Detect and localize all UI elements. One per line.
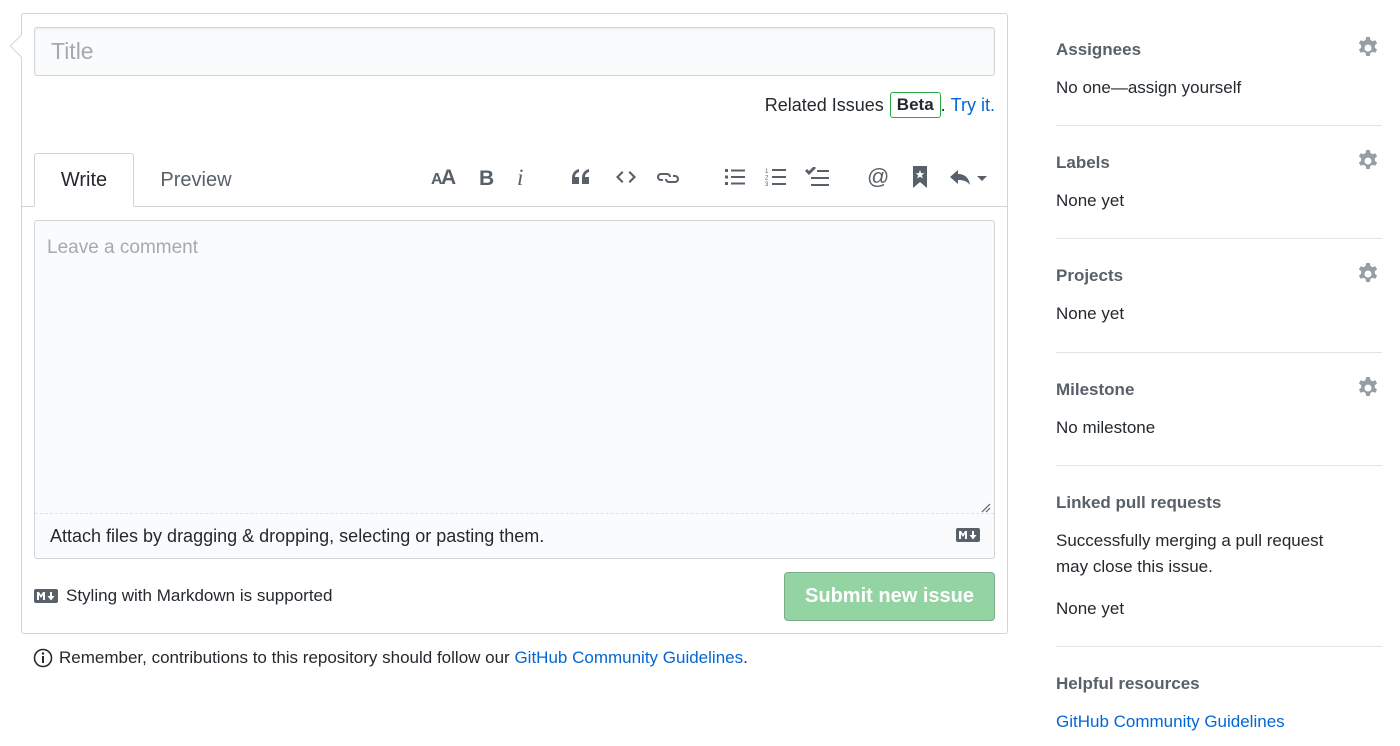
related-issues-label: Related Issues: [764, 94, 884, 115]
labels-value: None yet: [1056, 191, 1125, 210]
sidebar-divider: [1056, 646, 1382, 647]
markdown-supported-note[interactable]: Styling with Markdown is supported: [34, 586, 332, 606]
linked-prs-desc-line2: may close this issue.: [1056, 557, 1213, 576]
code-icon[interactable]: [611, 159, 641, 195]
linked-prs-desc-line1: Successfully merging a pull request: [1056, 531, 1324, 550]
reminder-period: .: [743, 648, 748, 667]
quote-icon[interactable]: [566, 159, 596, 195]
comment-textarea[interactable]: [35, 221, 994, 513]
sidebar-divider: [1056, 238, 1382, 239]
resources-guidelines-link[interactable]: GitHub Community Guidelines: [1056, 709, 1285, 735]
svg-text:2: 2: [765, 176, 769, 182]
gear-icon[interactable]: [1356, 36, 1380, 60]
milestone-value: No milestone: [1056, 418, 1156, 437]
svg-text:A: A: [441, 167, 456, 187]
related-issues: Related Issues Beta . Try it.: [765, 91, 995, 119]
markdown-toolbar: AA B i 123 @: [22, 159, 1007, 195]
related-period: .: [940, 94, 946, 115]
svg-text:B: B: [479, 167, 494, 187]
assignees-value[interactable]: No one—assign yourself: [1056, 75, 1241, 101]
title-input[interactable]: [34, 27, 995, 76]
ordered-list-icon[interactable]: 123: [761, 159, 791, 195]
svg-text:1: 1: [765, 169, 769, 175]
text-size-icon[interactable]: AA: [427, 159, 461, 195]
avatar-pointer: [9, 34, 33, 58]
comment-box: Attach files by dragging & dropping, sel…: [34, 220, 995, 559]
link-icon[interactable]: [653, 159, 683, 195]
resize-grip-icon[interactable]: [979, 501, 991, 513]
reply-icon[interactable]: [946, 159, 992, 195]
gear-icon[interactable]: [1356, 376, 1380, 400]
milestone-heading: Milestone: [1056, 380, 1135, 399]
projects-value: None yet: [1056, 304, 1125, 323]
contribution-reminder: Remember, contributions to this reposito…: [33, 648, 748, 668]
resources-heading: Helpful resources: [1056, 674, 1200, 693]
attach-files-text: Attach files by dragging & dropping, sel…: [50, 525, 545, 546]
linked-prs-value: None yet: [1056, 599, 1125, 618]
svg-text:3: 3: [765, 182, 769, 187]
gear-icon[interactable]: [1356, 149, 1380, 173]
sidebar-divider: [1056, 352, 1382, 353]
community-guidelines-link[interactable]: GitHub Community Guidelines: [514, 648, 743, 668]
attach-files-bar[interactable]: Attach files by dragging & dropping, sel…: [35, 513, 994, 558]
sidebar-divider: [1056, 465, 1382, 466]
svg-text:i: i: [517, 166, 523, 188]
svg-text:@: @: [867, 165, 889, 189]
markdown-icon: [34, 589, 58, 603]
sidebar-divider: [1056, 125, 1382, 126]
projects-heading: Projects: [1056, 266, 1124, 285]
assignees-heading: Assignees: [1056, 40, 1142, 59]
italic-icon[interactable]: i: [506, 159, 536, 195]
markdown-supported-text: Styling with Markdown is supported: [66, 586, 333, 605]
submit-new-issue-button[interactable]: Submit new issue: [784, 572, 995, 621]
labels-heading: Labels: [1056, 153, 1110, 172]
markdown-icon: [956, 528, 980, 542]
saved-reply-icon[interactable]: [905, 159, 935, 195]
reminder-text: Remember, contributions to this reposito…: [59, 648, 510, 667]
tab-write[interactable]: Write: [34, 153, 134, 207]
beta-badge: Beta: [889, 92, 941, 118]
new-issue-form: Related Issues Beta . Try it. Write Prev…: [9, 13, 1008, 634]
mention-icon[interactable]: @: [864, 159, 894, 195]
task-list-icon[interactable]: [802, 159, 832, 195]
gear-icon[interactable]: [1356, 262, 1380, 286]
bold-icon[interactable]: B: [471, 159, 501, 195]
unordered-list-icon[interactable]: [720, 159, 750, 195]
linked-prs-heading: Linked pull requests: [1056, 493, 1222, 512]
try-it-link[interactable]: Try it.: [951, 95, 995, 116]
info-icon: [33, 648, 53, 668]
